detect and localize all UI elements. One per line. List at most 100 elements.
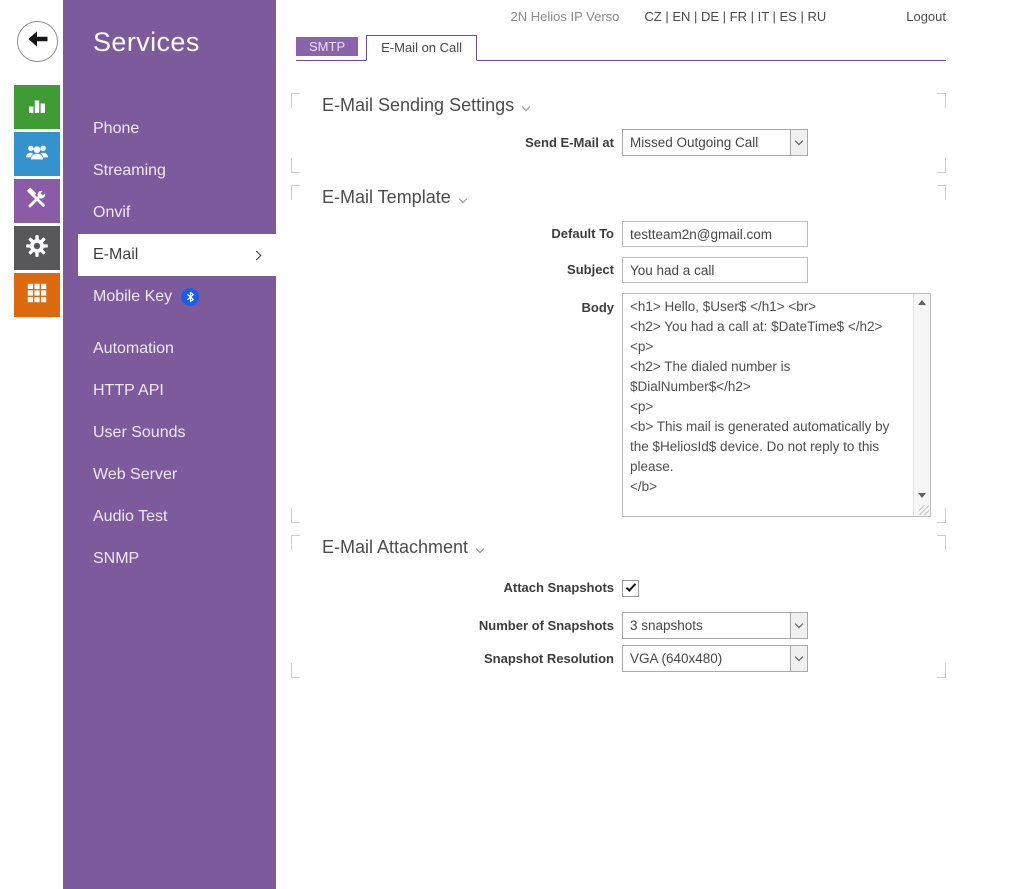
corner-mark [291, 185, 300, 200]
sidebar-item-label: HTTP API [93, 370, 164, 412]
field-label: Snapshot Resolution [291, 646, 622, 672]
select-dropdown-button[interactable] [790, 130, 807, 155]
language-switcher[interactable]: CZ | EN | DE | FR | IT | ES | RU [644, 9, 826, 24]
default-to-input[interactable] [622, 221, 808, 247]
select-dropdown-button[interactable] [790, 613, 807, 638]
form-row: Attach Snapshots [291, 576, 946, 600]
chevron-down-icon [795, 137, 803, 145]
select-value: VGA (640x480) [630, 651, 722, 666]
form-row: Body <h1> Hello, $User$ </h1> <br> <h2> … [291, 293, 946, 517]
system-section-button[interactable] [14, 273, 60, 317]
sidebar-item-automation[interactable]: Automation [63, 328, 276, 370]
sidebar-item-http-api[interactable]: HTTP API [63, 370, 276, 412]
section-title[interactable]: E-Mail Template [291, 185, 946, 208]
section-title-text: E-Mail Sending Settings [322, 95, 514, 116]
section-title[interactable]: E-Mail Sending Settings [291, 93, 946, 116]
sidebar-item-label: Audio Test [93, 496, 167, 538]
field-label: Send E-Mail at [291, 130, 622, 156]
section-email-attachment: E-Mail Attachment Attach Snapshots Numbe… [291, 535, 946, 678]
section-title-text: E-Mail Template [322, 187, 451, 208]
sidebar-item-phone[interactable]: Phone [63, 108, 276, 150]
sidebar-item-label: SNMP [93, 538, 139, 580]
sidebar-item-label: Web Server [93, 454, 177, 496]
services-section-button[interactable] [14, 226, 60, 270]
corner-mark [937, 508, 946, 523]
directory-section-button[interactable] [14, 132, 60, 176]
chevron-down-icon [522, 102, 530, 110]
send-email-at-select[interactable]: Missed Outgoing Call [622, 129, 808, 156]
form-row: Snapshot Resolution VGA (640x480) [291, 645, 946, 672]
device-name: 2N Helios IP Verso [511, 9, 620, 24]
section-email-template: E-Mail Template Default To Subject Body … [291, 185, 946, 523]
chevron-down-icon [795, 620, 803, 628]
sidebar-item-mobile-key[interactable]: Mobile Key [63, 276, 276, 318]
sidebar-menu: Phone Streaming Onvif E-Mail Mobile Key … [63, 108, 276, 580]
body-textarea-container: <h1> Hello, $User$ </h1> <br> <h2> You h… [622, 293, 931, 517]
body-textarea[interactable]: <h1> Hello, $User$ </h1> <br> <h2> You h… [623, 294, 913, 516]
field-label: Attach Snapshots [291, 576, 622, 600]
snapshot-resolution-select[interactable]: VGA (640x480) [622, 645, 808, 672]
corner-mark [291, 158, 300, 173]
main-area: 2N Helios IP Verso CZ | EN | DE | FR | I… [276, 0, 1009, 889]
icon-rail [0, 0, 63, 889]
tab-email-on-call[interactable]: E-Mail on Call [366, 35, 477, 61]
bar-chart-icon [25, 93, 49, 122]
corner-mark [937, 93, 946, 108]
corner-mark [291, 663, 300, 678]
sidebar-item-email[interactable]: E-Mail [78, 234, 276, 276]
state-section-button[interactable] [14, 85, 60, 129]
corner-mark [937, 158, 946, 173]
tab-bar: SMTP E-Mail on Call [296, 36, 946, 61]
tools-icon [24, 186, 50, 217]
field-label: Subject [291, 257, 622, 283]
sidebar-item-label: E-Mail [93, 234, 138, 276]
corner-mark [291, 93, 300, 108]
sidebar-item-user-sounds[interactable]: User Sounds [63, 412, 276, 454]
tab-smtp[interactable]: SMTP [296, 37, 358, 56]
corner-mark [291, 535, 300, 550]
section-icon-list [14, 85, 60, 320]
corner-mark [937, 535, 946, 550]
sidebar-item-streaming[interactable]: Streaming [63, 150, 276, 192]
sidebar-item-onvif[interactable]: Onvif [63, 192, 276, 234]
scroll-up-icon[interactable] [918, 300, 926, 305]
attach-snapshots-checkbox[interactable] [622, 580, 639, 597]
content: E-Mail Sending Settings Send E-Mail at M… [291, 93, 946, 690]
form-row: Subject [291, 257, 946, 283]
number-of-snapshots-select[interactable]: 3 snapshots [622, 612, 808, 639]
corner-mark [937, 663, 946, 678]
sidebar-item-label: Mobile Key [93, 276, 172, 318]
back-button[interactable] [17, 21, 58, 62]
subject-input[interactable] [622, 257, 808, 283]
field-label: Body [291, 293, 622, 316]
users-icon [24, 139, 50, 170]
scroll-down-icon[interactable] [918, 493, 926, 498]
checkmark-icon [625, 581, 635, 592]
corner-mark [291, 508, 300, 523]
section-email-sending-settings: E-Mail Sending Settings Send E-Mail at M… [291, 93, 946, 173]
select-value: Missed Outgoing Call [630, 135, 758, 150]
chevron-right-icon [252, 250, 262, 260]
resize-grip[interactable] [919, 505, 929, 515]
field-label: Number of Snapshots [291, 613, 622, 639]
select-dropdown-button[interactable] [790, 646, 807, 671]
sidebar-item-label: Automation [93, 328, 174, 370]
form-row: Default To [291, 221, 946, 247]
scrollbar[interactable] [913, 294, 930, 516]
gear-icon [24, 233, 50, 264]
sidebar-item-snmp[interactable]: SNMP [63, 538, 276, 580]
hardware-section-button[interactable] [14, 179, 60, 223]
logout-link[interactable]: Logout [906, 9, 946, 24]
section-title[interactable]: E-Mail Attachment [291, 535, 946, 558]
sidebar-title: Services [63, 0, 276, 58]
back-arrow-icon [26, 27, 50, 56]
sidebar-item-audio-test[interactable]: Audio Test [63, 496, 276, 538]
sidebar-item-label: User Sounds [93, 412, 186, 454]
chevron-down-icon [476, 544, 484, 552]
chevron-down-icon [458, 194, 466, 202]
sidebar-item-web-server[interactable]: Web Server [63, 454, 276, 496]
top-header: 2N Helios IP Verso CZ | EN | DE | FR | I… [276, 0, 1009, 24]
sidebar-item-label: Onvif [93, 192, 130, 234]
select-value: 3 snapshots [630, 618, 703, 633]
field-label: Default To [291, 221, 622, 247]
